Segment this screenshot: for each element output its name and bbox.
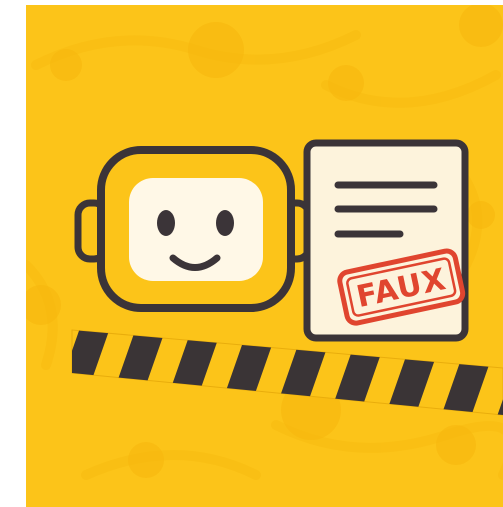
document: FAUX	[303, 139, 469, 342]
illustration: FAUX	[26, 5, 503, 507]
robot	[74, 146, 313, 312]
robot-right-eye	[216, 210, 234, 236]
robot-left-eye	[157, 210, 175, 236]
illustration-canvas: FAUX	[26, 5, 503, 507]
